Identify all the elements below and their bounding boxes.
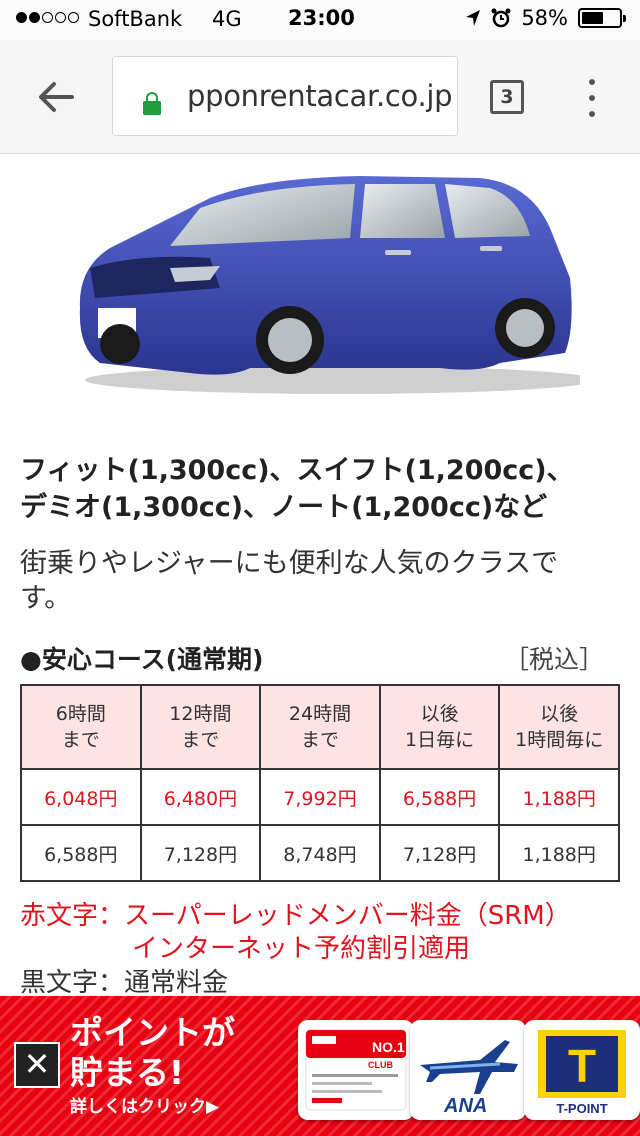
table-cell: 7,992円: [259, 768, 381, 826]
url-text: pponrentacar.co.jp: [187, 79, 453, 113]
car-image: [79, 176, 580, 394]
points-banner[interactable]: ✕ ポイントが 貯まる! 詳しくはクリック▶ NO.1 CLUB ANA T T…: [0, 996, 640, 1136]
close-icon[interactable]: ✕: [14, 1042, 60, 1088]
car-class-title: フィット(1,300cc)、スイフト(1,200cc)、 デミオ(1,300cc…: [20, 455, 574, 523]
table-header-row: 6時間 まで 12時間 まで 24時間 まで 以後 1日毎に 以後 1時間毎に: [20, 684, 620, 770]
browser-toolbar: pponrentacar.co.jp 3: [0, 40, 640, 154]
tab-switcher-button[interactable]: 3: [490, 80, 524, 114]
table-cell: 1,188円: [498, 768, 620, 826]
table-header-cell: 以後 1時間毎に: [498, 684, 620, 770]
table-row-member-price: 6,048円 6,480円 7,992円 6,588円 1,188円: [20, 768, 620, 826]
signal-strength-icon: [16, 12, 79, 23]
svg-text:CLUB: CLUB: [368, 1060, 393, 1070]
battery-icon: [578, 8, 626, 28]
banner-details-link[interactable]: 詳しくはクリック▶: [70, 1092, 219, 1117]
table-header-cell: 24時間 まで: [259, 684, 381, 770]
network-type: 4G: [212, 7, 242, 31]
banner-headline-1: ポイントが: [70, 1013, 235, 1052]
alarm-clock-icon: [491, 8, 511, 28]
table-cell: 6,480円: [139, 768, 262, 826]
overflow-menu-icon[interactable]: [582, 76, 602, 120]
table-cell: 6,588円: [20, 824, 142, 882]
table-row-regular-price: 6,588円 7,128円 8,748円 7,128円 1,188円: [20, 824, 620, 882]
ana-logo: ANA: [410, 1020, 526, 1120]
table-cell: 7,128円: [139, 824, 262, 882]
table-cell: 8,748円: [259, 824, 381, 882]
table-header-cell: 6時間 まで: [20, 684, 142, 770]
table-cell: 6,048円: [20, 768, 142, 826]
car-class-description: 街乗りやレジャーにも便利な人気のクラスで す。: [20, 548, 559, 614]
location-arrow-icon: [466, 10, 481, 26]
lock-icon: [143, 92, 161, 115]
back-arrow-icon[interactable]: [34, 75, 78, 119]
svg-text:T: T: [568, 1040, 596, 1092]
svg-text:NO.1: NO.1: [372, 1039, 405, 1055]
table-cell: 6,588円: [378, 768, 501, 826]
table-header-cell: 以後 1日毎に: [378, 684, 501, 770]
table-header-cell: 12時間 まで: [139, 684, 262, 770]
battery-percent: 58%: [521, 6, 568, 30]
table-cell: 7,128円: [378, 824, 501, 882]
course-title: ●安心コース(通常期): [20, 645, 264, 674]
status-time: 23:00: [288, 6, 355, 30]
red-text-note-sub: インターネット予約割引適用: [132, 934, 471, 964]
red-text-note: 赤文字：スーパーレッドメンバー料金（SRM）: [20, 901, 571, 931]
srm-club-card-logo: NO.1 CLUB: [298, 1020, 414, 1120]
tax-included-label: ［税込］: [503, 645, 604, 674]
carrier-name: SoftBank: [88, 7, 183, 31]
price-table: 6時間 まで 12時間 まで 24時間 まで 以後 1日毎に 以後 1時間毎に 6,048…: [20, 684, 620, 882]
svg-text:ANA: ANA: [443, 1095, 487, 1117]
t-point-logo: T T-POINT: [524, 1020, 640, 1120]
table-cell: 1,188円: [498, 824, 620, 882]
banner-headline-2: 貯まる!: [70, 1053, 185, 1092]
status-bar: SoftBank 4G 23:00 58%: [0, 0, 640, 40]
svg-text:T-POINT: T-POINT: [556, 1101, 607, 1116]
url-bar[interactable]: pponrentacar.co.jp: [112, 56, 458, 136]
